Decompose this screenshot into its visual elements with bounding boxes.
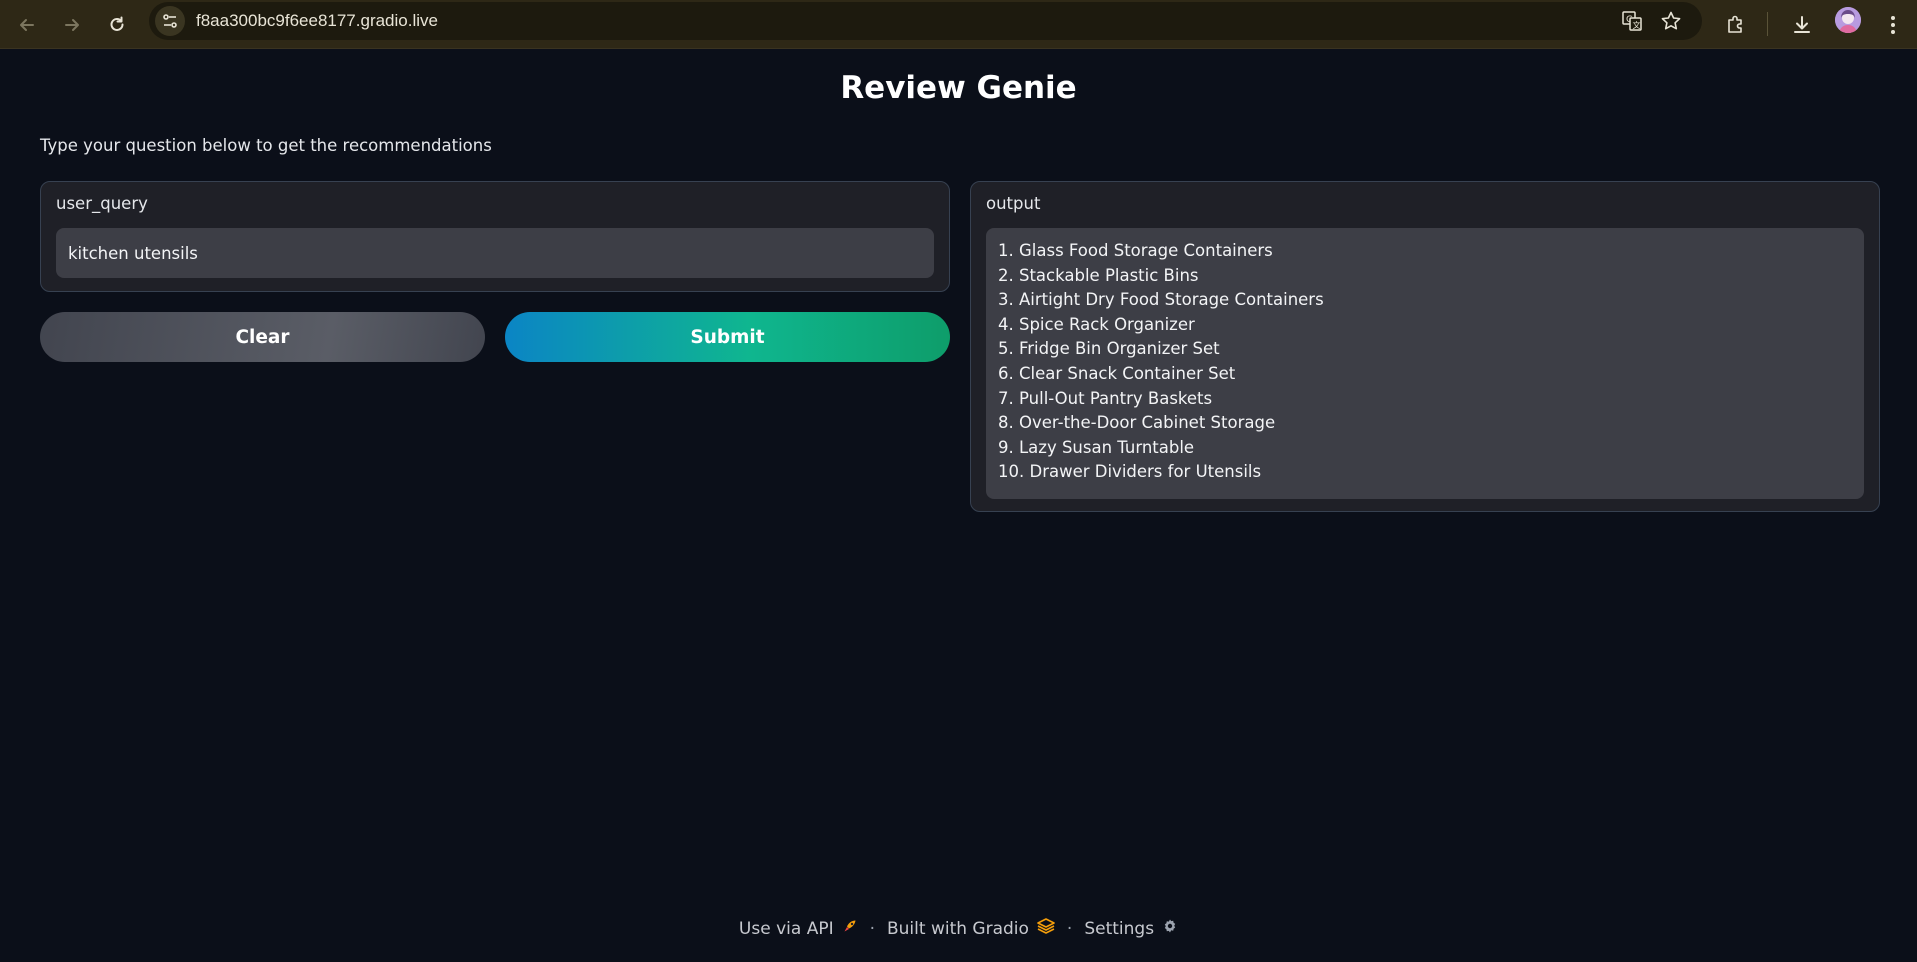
- output-label: output: [986, 194, 1041, 213]
- address-bar[interactable]: f8aa300bc9f6ee8177.gradio.live G文: [149, 2, 1702, 40]
- input-panel: user_query: [40, 181, 950, 292]
- rocket-icon: [842, 918, 858, 934]
- toolbar-divider: [1767, 12, 1768, 36]
- list-item: 9. Lazy Susan Turntable: [998, 437, 1195, 457]
- list-item: 5. Fridge Bin Organizer Set: [998, 339, 1220, 359]
- menu-kebab-icon[interactable]: [1876, 8, 1910, 42]
- settings-link[interactable]: Settings: [1084, 918, 1178, 939]
- built-with-gradio-link[interactable]: Built with Gradio: [887, 918, 1055, 939]
- star-icon[interactable]: [1657, 7, 1685, 35]
- reload-icon: [110, 16, 124, 31]
- output-textbox[interactable]: 1. Glass Food Storage Containers 2. Stac…: [986, 228, 1864, 499]
- list-item: 10. Drawer Dividers for Utensils: [998, 462, 1262, 482]
- list-item: 6. Clear Snack Container Set: [998, 363, 1236, 383]
- user-query-input[interactable]: [56, 228, 934, 278]
- list-item: 7. Pull-Out Pantry Baskets: [998, 388, 1213, 408]
- arrow-left-icon: [20, 19, 34, 31]
- list-item: 3. Airtight Dry Food Storage Containers: [998, 290, 1324, 310]
- site-info-icon[interactable]: [155, 6, 185, 36]
- gradio-app: Review Genie Type your question below to…: [0, 50, 1917, 962]
- back-button[interactable]: [10, 8, 44, 42]
- gear-icon: [1162, 918, 1178, 934]
- svg-text:文: 文: [1633, 20, 1641, 30]
- page-description: Type your question below to get the reco…: [40, 136, 492, 155]
- built-with-gradio-label: Built with Gradio: [887, 919, 1029, 939]
- gradio-logo-icon: [1037, 918, 1055, 934]
- list-item: 8. Over-the-Door Cabinet Storage: [998, 413, 1276, 433]
- use-via-api-label: Use via API: [738, 919, 834, 939]
- forward-button[interactable]: [55, 8, 89, 42]
- clear-button[interactable]: Clear: [40, 312, 485, 362]
- list-item: 1. Glass Food Storage Containers: [998, 241, 1273, 260]
- arrow-right-icon: [65, 19, 79, 31]
- footer-separator: ·: [869, 918, 875, 939]
- footer: Use via API · Built with Gradio · Settin…: [0, 918, 1917, 939]
- list-item: 2. Stackable Plastic Bins: [998, 265, 1199, 285]
- submit-button[interactable]: Submit: [505, 312, 950, 362]
- url-text[interactable]: f8aa300bc9f6ee8177.gradio.live: [196, 11, 438, 31]
- use-via-api-link[interactable]: Use via API: [739, 918, 858, 939]
- input-label: user_query: [56, 194, 148, 213]
- browser-toolbar: f8aa300bc9f6ee8177.gradio.live G文: [0, 0, 1917, 49]
- translate-icon[interactable]: G文: [1618, 7, 1646, 35]
- list-item: 4. Spice Rack Organizer: [998, 314, 1195, 334]
- settings-label: Settings: [1084, 919, 1155, 939]
- page-title: Review Genie: [840, 70, 1077, 106]
- output-panel: output 1. Glass Food Storage Containers …: [970, 181, 1880, 512]
- download-icon[interactable]: [1785, 8, 1819, 42]
- extensions-icon[interactable]: [1719, 8, 1753, 42]
- profile-avatar[interactable]: [1835, 7, 1861, 33]
- reload-button[interactable]: [100, 8, 134, 42]
- footer-separator: ·: [1066, 918, 1073, 939]
